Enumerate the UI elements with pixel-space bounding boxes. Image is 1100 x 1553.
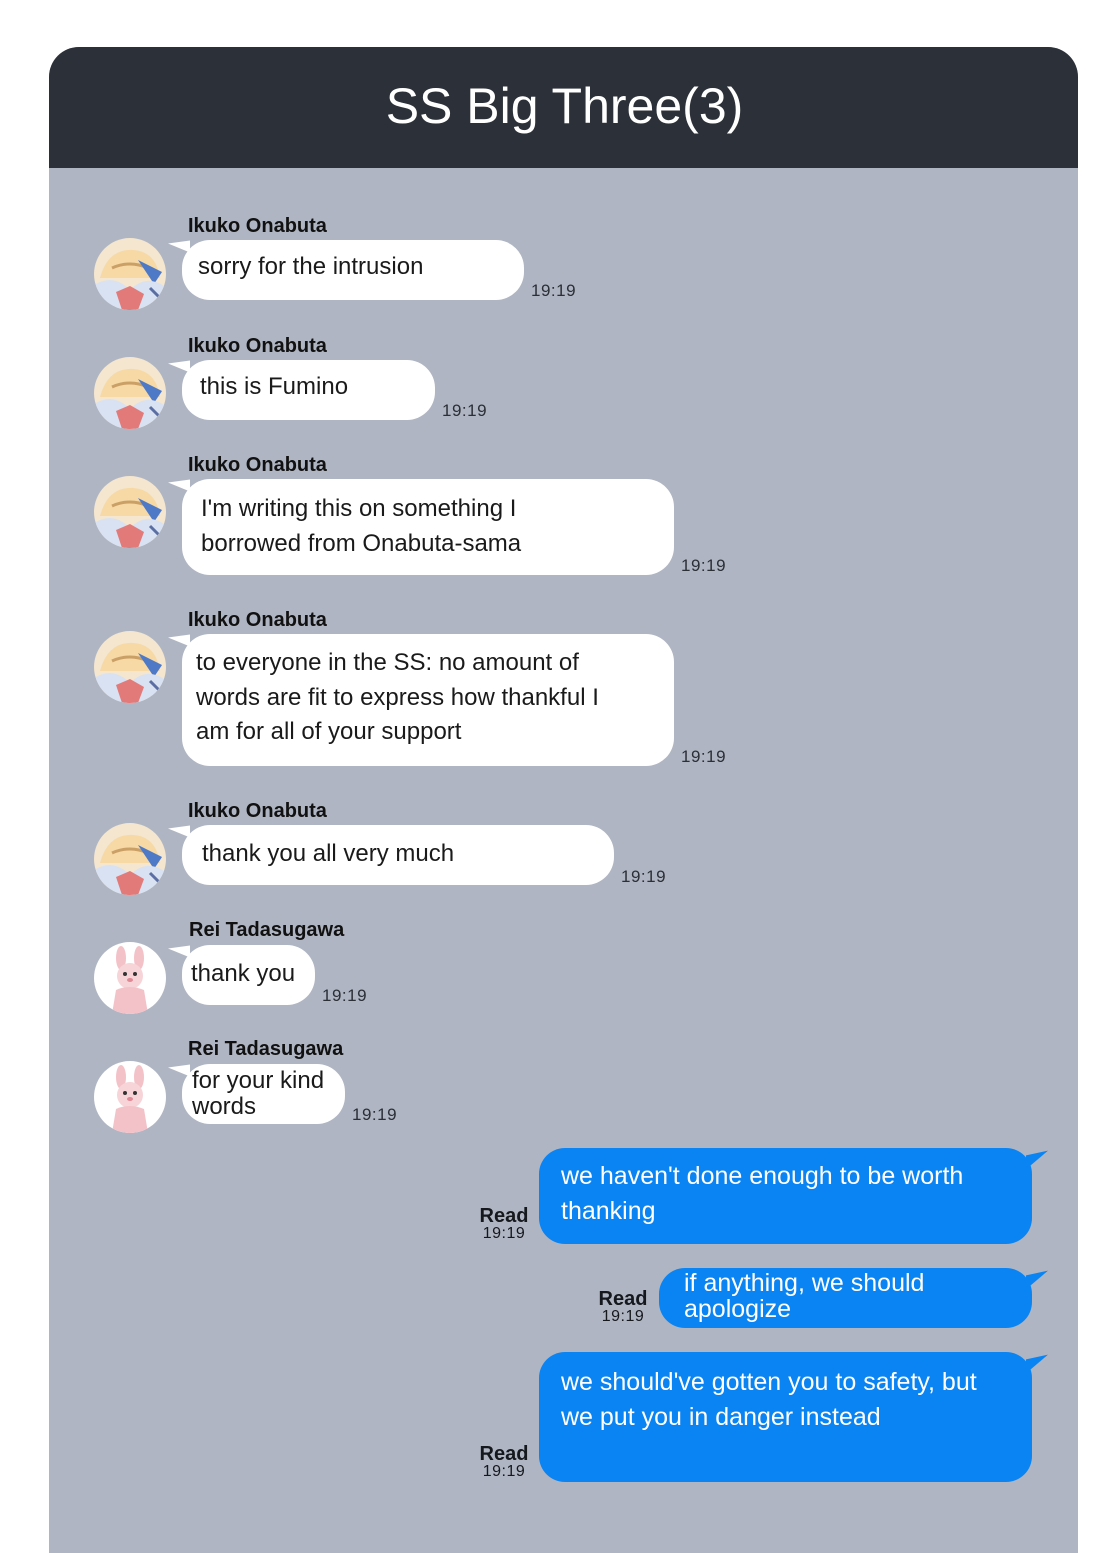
incoming-message-bubble[interactable]: thank you all very much bbox=[182, 825, 614, 885]
read-receipt: Read 19:19 bbox=[474, 1444, 534, 1480]
incoming-message-bubble[interactable]: sorry for the intrusion bbox=[182, 240, 524, 300]
chat-title: SS Big Three(3) bbox=[385, 77, 744, 134]
incoming-message-bubble[interactable]: this is Fumino bbox=[182, 360, 435, 420]
incoming-message-bubble[interactable]: I'm writing this on something I borrowed… bbox=[182, 479, 674, 575]
hooded-character-avatar[interactable] bbox=[94, 631, 166, 703]
hooded-character-avatar[interactable] bbox=[94, 238, 166, 310]
hooded-character-avatar[interactable] bbox=[94, 357, 166, 429]
sender-name: Rei Tadasugawa bbox=[188, 1038, 344, 1060]
pink-bunny-avatar[interactable] bbox=[94, 1061, 166, 1133]
read-status: Read bbox=[598, 1288, 648, 1310]
read-status: Read bbox=[479, 1205, 529, 1227]
sender-name: Rei Tadasugawa bbox=[189, 919, 345, 941]
hooded-character-avatar[interactable] bbox=[94, 823, 166, 895]
message-time: 19:19 bbox=[621, 867, 667, 886]
message-text: to everyone in the SS: no amount of word… bbox=[196, 649, 599, 745]
outgoing-message-bubble[interactable]: we haven't done enough to be worth thank… bbox=[539, 1148, 1032, 1244]
sender-name: Ikuko Onabuta bbox=[188, 335, 327, 357]
message-time: 19:19 bbox=[681, 556, 727, 575]
read-receipt: Read 19:19 bbox=[593, 1289, 653, 1325]
message-text: if anything, we should apologize bbox=[684, 1269, 925, 1323]
message-text: thank you bbox=[191, 960, 296, 987]
read-receipt: Read 19:19 bbox=[474, 1206, 534, 1242]
message-time: 19:19 bbox=[531, 281, 577, 300]
message-text: thank you all very much bbox=[202, 840, 455, 867]
outgoing-message-bubble[interactable]: we should've gotten you to safety, but w… bbox=[539, 1352, 1032, 1482]
message-time: 19:19 bbox=[352, 1105, 398, 1124]
message-text: I'm writing this on something I borrowed… bbox=[201, 495, 522, 557]
incoming-message-bubble[interactable]: thank you bbox=[182, 945, 315, 1005]
message-text: we haven't done enough to be worth thank… bbox=[561, 1162, 964, 1225]
incoming-message-bubble[interactable]: to everyone in the SS: no amount of word… bbox=[182, 634, 674, 766]
message-text: sorry for the intrusion bbox=[198, 253, 424, 280]
message-text: for your kind words bbox=[192, 1067, 325, 1120]
chat-header: SS Big Three(3) bbox=[49, 47, 1078, 168]
message-time: 19:19 bbox=[322, 986, 368, 1005]
message-time: 19:19 bbox=[601, 1308, 645, 1325]
read-status: Read bbox=[479, 1443, 529, 1465]
outgoing-message-bubble[interactable]: if anything, we should apologize bbox=[659, 1268, 1032, 1328]
incoming-message-bubble[interactable]: for your kind words bbox=[182, 1064, 345, 1124]
chat-window: SS Big Three(3) Ikuko Onabuta sorry for … bbox=[49, 47, 1078, 1553]
message-time: 19:19 bbox=[482, 1463, 526, 1480]
message-text: we should've gotten you to safety, but w… bbox=[561, 1368, 977, 1431]
message-time: 19:19 bbox=[482, 1225, 526, 1242]
sender-name: Ikuko Onabuta bbox=[188, 800, 327, 822]
sender-name: Ikuko Onabuta bbox=[188, 609, 327, 631]
sender-name: Ikuko Onabuta bbox=[188, 215, 327, 237]
message-time: 19:19 bbox=[442, 401, 488, 420]
sender-name: Ikuko Onabuta bbox=[188, 454, 327, 476]
hooded-character-avatar[interactable] bbox=[94, 476, 166, 548]
pink-bunny-avatar[interactable] bbox=[94, 942, 166, 1014]
message-time: 19:19 bbox=[681, 747, 727, 766]
message-text: this is Fumino bbox=[200, 373, 349, 400]
